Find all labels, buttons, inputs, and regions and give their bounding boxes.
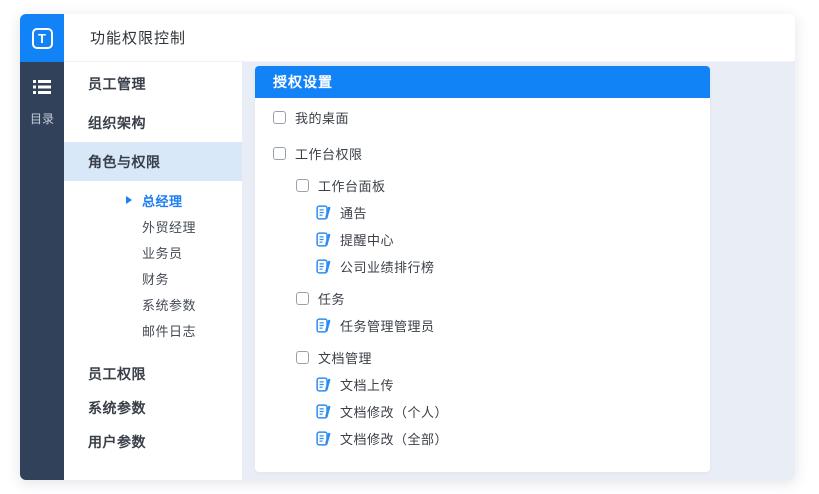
perm-node[interactable]: 任务 bbox=[255, 285, 710, 312]
perm-node-label: 工作台面板 bbox=[318, 176, 386, 195]
form-doc-icon bbox=[316, 205, 340, 220]
menu-item-label: 总经理 bbox=[142, 191, 183, 210]
menu-item-label: 系统参数 bbox=[88, 398, 146, 418]
checkbox[interactable] bbox=[296, 292, 309, 305]
form-doc-icon bbox=[316, 232, 340, 247]
perm-node[interactable]: 工作台面板 bbox=[255, 172, 710, 199]
perm-node-label: 工作台权限 bbox=[295, 144, 363, 163]
form-doc-icon bbox=[316, 404, 340, 419]
perm-node-label: 公司业绩排行榜 bbox=[340, 257, 435, 276]
perm-node[interactable]: 通告 bbox=[255, 199, 710, 226]
authorization-panel: 授权设置 我的桌面工作台权限工作台面板通告提醒中心公司业绩排行榜任务任务管理管理… bbox=[255, 66, 710, 472]
menu-item-label: 组织架构 bbox=[88, 113, 146, 133]
menu-item[interactable]: 员工权限 bbox=[64, 357, 242, 391]
menu-item-label: 邮件日志 bbox=[142, 321, 196, 340]
role-list: 总经理外贸经理业务员财务系统参数邮件日志 bbox=[64, 187, 242, 343]
perm-node-label: 文档修改（全部） bbox=[340, 429, 448, 448]
perm-node[interactable]: 文档修改（个人） bbox=[255, 398, 710, 425]
perm-node-label: 提醒中心 bbox=[340, 230, 394, 249]
perm-node-label: 任务 bbox=[318, 289, 345, 308]
menu-item-label: 业务员 bbox=[142, 243, 183, 262]
menu-item-label: 员工管理 bbox=[88, 74, 146, 94]
menu-bottom-group: 员工权限系统参数用户参数 bbox=[64, 357, 242, 459]
app-window: T 功能权限控制 目录 员工管理组织架构角色与权限总经理外贸经理业务员财务系统参… bbox=[20, 14, 795, 480]
role-item[interactable]: 财务 bbox=[64, 265, 242, 291]
perm-node-label: 通告 bbox=[340, 203, 367, 222]
checkbox[interactable] bbox=[273, 111, 286, 124]
role-item[interactable]: 系统参数 bbox=[64, 291, 242, 317]
form-doc-icon bbox=[316, 318, 340, 333]
caret-right-icon bbox=[126, 196, 132, 204]
menu-item-label: 角色与权限 bbox=[88, 152, 161, 172]
perm-node[interactable]: 工作台权限 bbox=[255, 140, 710, 167]
menu-item[interactable]: 组织架构 bbox=[64, 103, 242, 142]
logo-icon: T bbox=[32, 28, 53, 49]
side-menu: 员工管理组织架构角色与权限总经理外贸经理业务员财务系统参数邮件日志员工权限系统参… bbox=[64, 62, 242, 480]
perm-node-label: 任务管理管理员 bbox=[340, 316, 435, 335]
role-item[interactable]: 外贸经理 bbox=[64, 213, 242, 239]
perm-node[interactable]: 文档修改（全部） bbox=[255, 425, 710, 452]
role-item[interactable]: 总经理 bbox=[64, 187, 242, 213]
permission-tree: 我的桌面工作台权限工作台面板通告提醒中心公司业绩排行榜任务任务管理管理员文档管理… bbox=[255, 98, 710, 472]
perm-node[interactable]: 公司业绩排行榜 bbox=[255, 253, 710, 280]
menu-item[interactable]: 用户参数 bbox=[64, 425, 242, 459]
perm-node[interactable]: 文档上传 bbox=[255, 371, 710, 398]
menu-item[interactable]: 角色与权限 bbox=[64, 142, 242, 181]
menu-item-label: 财务 bbox=[142, 269, 169, 288]
app-logo[interactable]: T bbox=[20, 14, 64, 62]
perm-node[interactable]: 文档管理 bbox=[255, 344, 710, 371]
perm-node[interactable]: 我的桌面 bbox=[255, 104, 710, 131]
role-item[interactable]: 邮件日志 bbox=[64, 317, 242, 343]
menu-item-label: 外贸经理 bbox=[142, 217, 196, 236]
perm-node-label: 文档修改（个人） bbox=[340, 402, 448, 421]
menu-list-icon[interactable] bbox=[33, 80, 51, 94]
checkbox[interactable] bbox=[296, 179, 309, 192]
perm-node[interactable]: 任务管理管理员 bbox=[255, 312, 710, 339]
menu-item-label: 用户参数 bbox=[88, 432, 146, 452]
perm-node-label: 文档管理 bbox=[318, 348, 372, 367]
menu-item[interactable]: 员工管理 bbox=[64, 64, 242, 103]
menu-item-label: 系统参数 bbox=[142, 295, 196, 314]
content-area: 授权设置 我的桌面工作台权限工作台面板通告提醒中心公司业绩排行榜任务任务管理管理… bbox=[242, 62, 795, 480]
perm-node-label: 我的桌面 bbox=[295, 108, 349, 127]
form-doc-icon bbox=[316, 259, 340, 274]
perm-node[interactable]: 提醒中心 bbox=[255, 226, 710, 253]
role-item[interactable]: 业务员 bbox=[64, 239, 242, 265]
checkbox[interactable] bbox=[273, 147, 286, 160]
perm-node-label: 文档上传 bbox=[340, 375, 394, 394]
page-title: 功能权限控制 bbox=[64, 27, 186, 48]
menu-item[interactable]: 系统参数 bbox=[64, 391, 242, 425]
nav-rail-label[interactable]: 目录 bbox=[30, 110, 54, 127]
nav-rail: 目录 bbox=[20, 62, 64, 480]
panel-title: 授权设置 bbox=[273, 72, 333, 92]
form-doc-icon bbox=[316, 431, 340, 446]
form-doc-icon bbox=[316, 377, 340, 392]
panel-header: 授权设置 bbox=[255, 66, 710, 98]
checkbox[interactable] bbox=[296, 351, 309, 364]
top-bar: 功能权限控制 bbox=[64, 14, 795, 62]
menu-item-label: 员工权限 bbox=[88, 364, 146, 384]
